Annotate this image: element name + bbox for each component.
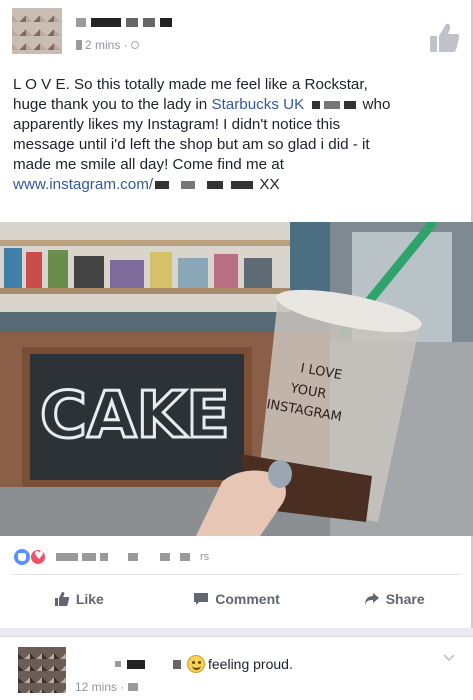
comment-meta: 12 mins · [75, 680, 139, 694]
post-header: 2 mins · [8, 6, 466, 54]
comment-label: Comment [215, 591, 280, 607]
post-sign-off: XX [259, 176, 280, 193]
post-line-2: huge thank you to the lady in Starbucks … [13, 95, 463, 115]
redaction-block [56, 553, 78, 561]
redaction-block [155, 180, 170, 189]
author-avatar[interactable] [12, 8, 62, 54]
chalkboard-text: CAKE [40, 379, 230, 453]
post-line-3: apparently likes my Instagram! I didn't … [13, 116, 341, 133]
chevron-down-icon[interactable] [443, 651, 455, 663]
redaction-block [180, 553, 190, 561]
comment-icon [194, 593, 209, 605]
post-photo[interactable]: CAKE I LOVE YOUR INSTAGRAM [0, 222, 473, 536]
redaction-block [344, 100, 357, 109]
share-button[interactable]: Share [315, 585, 473, 613]
post-line-2-text: huge thank you to the lady in [13, 96, 212, 113]
like-icon [54, 592, 70, 606]
redaction-block [143, 17, 155, 27]
feeling-text: feeling proud. [208, 656, 293, 672]
redaction-block [91, 17, 121, 27]
thumbs-up-icon[interactable] [426, 20, 462, 56]
redaction-block [173, 659, 181, 669]
post-meta: 2 mins · [76, 38, 139, 52]
author-name-redacted[interactable] [76, 14, 172, 30]
redaction-block [76, 17, 86, 27]
redaction-block [82, 553, 96, 561]
post-text: L O V E. So this totally made me feel li… [13, 75, 463, 195]
audience-icon [128, 683, 139, 691]
smile-emoji-icon [187, 655, 205, 673]
post-line-5: made me smile all day! Come find me at [13, 156, 284, 173]
share-label: Share [385, 591, 425, 607]
redaction-block [127, 659, 145, 669]
post-line-6: www.instagram.com/ XX [13, 175, 463, 195]
like-button[interactable]: Like [0, 585, 158, 613]
reaction-summary[interactable]: rs [14, 547, 209, 567]
redaction-block [115, 661, 121, 667]
like-reaction-icon [14, 549, 30, 565]
commenter-avatar[interactable] [18, 647, 66, 693]
post-timestamp[interactable]: 2 mins · [85, 38, 128, 52]
redaction-block [181, 180, 196, 189]
like-label: Like [75, 591, 104, 607]
action-bar: Like Comment Share [0, 585, 473, 613]
redaction-block [126, 17, 138, 27]
redaction-block [324, 100, 341, 109]
redaction-block [312, 100, 321, 109]
photo-illustration: CAKE I LOVE YOUR INSTAGRAM [0, 222, 473, 536]
divider [12, 574, 461, 575]
redaction-block [100, 553, 108, 561]
redaction-block [207, 180, 224, 189]
post-line-4: message until i'd left the shop but am s… [13, 136, 370, 153]
globe-icon [130, 41, 139, 49]
post-line-2-who: who [362, 96, 391, 113]
reaction-count-text: rs [200, 551, 210, 563]
love-reaction-icon [30, 549, 46, 565]
commenter-name-redacted[interactable]: feeling proud. [115, 655, 293, 673]
post-card: 2 mins · L O V E. So this totally made m… [0, 0, 473, 628]
redaction-block [231, 180, 254, 189]
instagram-link[interactable]: www.instagram.com/ [13, 176, 153, 193]
redaction-block [160, 553, 170, 561]
starbucks-link[interactable]: Starbucks UK [211, 96, 304, 113]
redaction-block [76, 40, 82, 50]
post-line-1: L O V E. So this totally made me feel li… [13, 76, 368, 93]
share-icon [364, 593, 379, 605]
redaction-block [160, 17, 172, 27]
feeling-status: feeling proud. [187, 655, 293, 673]
comment-item: feeling proud. 12 mins · [0, 636, 473, 700]
comment-timestamp[interactable]: 12 mins · [75, 680, 124, 694]
redaction-block [128, 553, 138, 561]
comment-button[interactable]: Comment [158, 585, 316, 613]
